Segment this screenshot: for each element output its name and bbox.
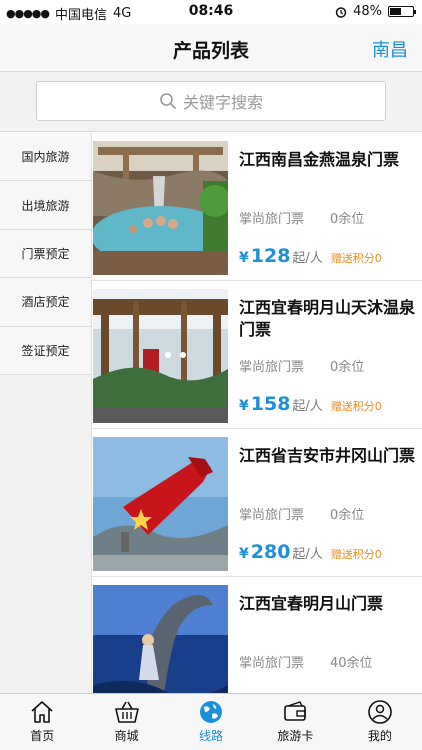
tab-home[interactable]: 首页 [0, 694, 84, 750]
tab-label: 首页 [30, 729, 55, 743]
sidebar-item-domestic-travel[interactable]: 国内旅游 [0, 133, 91, 182]
price-currency: ¥ [239, 250, 249, 266]
product-price: ¥ 158 起/人 赠送积分0 [239, 393, 382, 415]
search-input[interactable]: 关键字搜索 [36, 81, 386, 121]
tab-profile[interactable]: 我的 [338, 694, 422, 750]
tab-label: 线路 [199, 729, 224, 743]
product-title: 江西省吉安市井冈山门票 [239, 446, 416, 465]
status-right: 48% [335, 4, 416, 19]
product-price: ¥ 128 起/人 赠送积分0 [239, 245, 382, 267]
product-remaining: 0余位 [330, 212, 365, 227]
product-remaining: 40余位 [330, 656, 373, 671]
product-card[interactable]: 江西省吉安市井冈山门票 掌尚旅门票 0余位 ¥ 280 起/人 赠送积分0 [92, 429, 422, 577]
page-title: 产品列表 [172, 40, 249, 62]
product-meta: 掌尚旅门票 40余位 [239, 652, 373, 671]
product-meta: 掌尚旅门票 0余位 [239, 504, 364, 523]
tab-travel-card[interactable]: 旅游卡 [253, 694, 337, 750]
tab-label: 商城 [114, 729, 139, 743]
price-value: 128 [250, 245, 291, 267]
product-image [93, 141, 228, 275]
product-list: 江西南昌金燕温泉门票 掌尚旅门票 0余位 ¥ 128 起/人 赠送积分0 江西宜… [92, 133, 422, 693]
price-unit: 起/人 [292, 399, 323, 414]
bonus-points: 赠送积分0 [330, 252, 382, 265]
price-value: 158 [250, 393, 291, 415]
sidebar-item-visa-booking[interactable]: 签证预定 [0, 326, 91, 375]
alarm-clock-icon [335, 6, 347, 18]
bottom-tab-bar: 首页 商城 线路 旅游卡 我的 [0, 693, 422, 750]
product-image [93, 585, 228, 693]
tab-label: 我的 [367, 729, 392, 743]
battery-fill [390, 8, 401, 15]
product-agency: 掌尚旅门票 [239, 212, 305, 227]
product-meta: 掌尚旅门票 0余位 [239, 208, 364, 227]
bonus-points: 赠送积分0 [330, 400, 382, 413]
battery-icon [388, 6, 416, 17]
sidebar-item-ticket-booking[interactable]: 门票预定 [0, 229, 91, 279]
sidebar-item-outbound-travel[interactable]: 出境旅游 [0, 181, 91, 230]
price-unit: 起/人 [292, 547, 323, 562]
product-remaining: 0余位 [330, 360, 365, 375]
product-image [93, 289, 228, 423]
wallet-card-icon [284, 701, 307, 721]
product-meta: 掌尚旅门票 0余位 [239, 356, 364, 375]
search-icon [160, 93, 176, 109]
status-bar: ●●●●● 中国电信 4G 08:46 48% [0, 0, 422, 24]
category-sidebar: 国内旅游 出境旅游 门票预定 酒店预定 签证预定 [0, 133, 92, 693]
product-title: 江西宜春明月山天沐温泉门票 [239, 298, 416, 339]
bonus-points: 赠送积分0 [330, 548, 382, 561]
city-selector-button[interactable]: 南昌 [372, 36, 408, 62]
home-icon [31, 701, 53, 723]
product-card[interactable]: 江西宜春明月山门票 掌尚旅门票 40余位 [92, 577, 422, 693]
tab-routes[interactable]: 线路 [169, 694, 253, 750]
product-remaining: 0余位 [330, 508, 365, 523]
product-title: 江西宜春明月山门票 [239, 594, 384, 613]
price-currency: ¥ [239, 398, 249, 414]
price-unit: 起/人 [292, 251, 323, 266]
product-agency: 掌尚旅门票 [239, 656, 305, 671]
product-card[interactable]: 江西宜春明月山天沐温泉门票 掌尚旅门票 0余位 ¥ 158 起/人 赠送积分0 [92, 281, 422, 429]
price-value: 280 [250, 541, 291, 563]
shopping-basket-icon [114, 701, 139, 723]
product-price: ¥ 280 起/人 赠送积分0 [239, 541, 382, 563]
product-agency: 掌尚旅门票 [239, 360, 305, 375]
product-image [93, 437, 228, 571]
globe-icon [200, 701, 223, 723]
search-area: 关键字搜索 [0, 72, 422, 132]
tab-label: 旅游卡 [277, 729, 314, 743]
product-agency: 掌尚旅门票 [239, 508, 305, 523]
product-title: 江西南昌金燕温泉门票 [239, 150, 400, 169]
search-placeholder: 关键字搜索 [182, 93, 263, 112]
tab-mall[interactable]: 商城 [84, 694, 168, 750]
user-icon [368, 700, 392, 724]
navigation-bar: 产品列表 南昌 [0, 24, 422, 72]
sidebar-item-hotel-booking[interactable]: 酒店预定 [0, 278, 91, 327]
battery-percent: 48% [353, 4, 382, 19]
price-currency: ¥ [239, 546, 249, 562]
product-card[interactable]: 江西南昌金燕温泉门票 掌尚旅门票 0余位 ¥ 128 起/人 赠送积分0 [92, 133, 422, 281]
